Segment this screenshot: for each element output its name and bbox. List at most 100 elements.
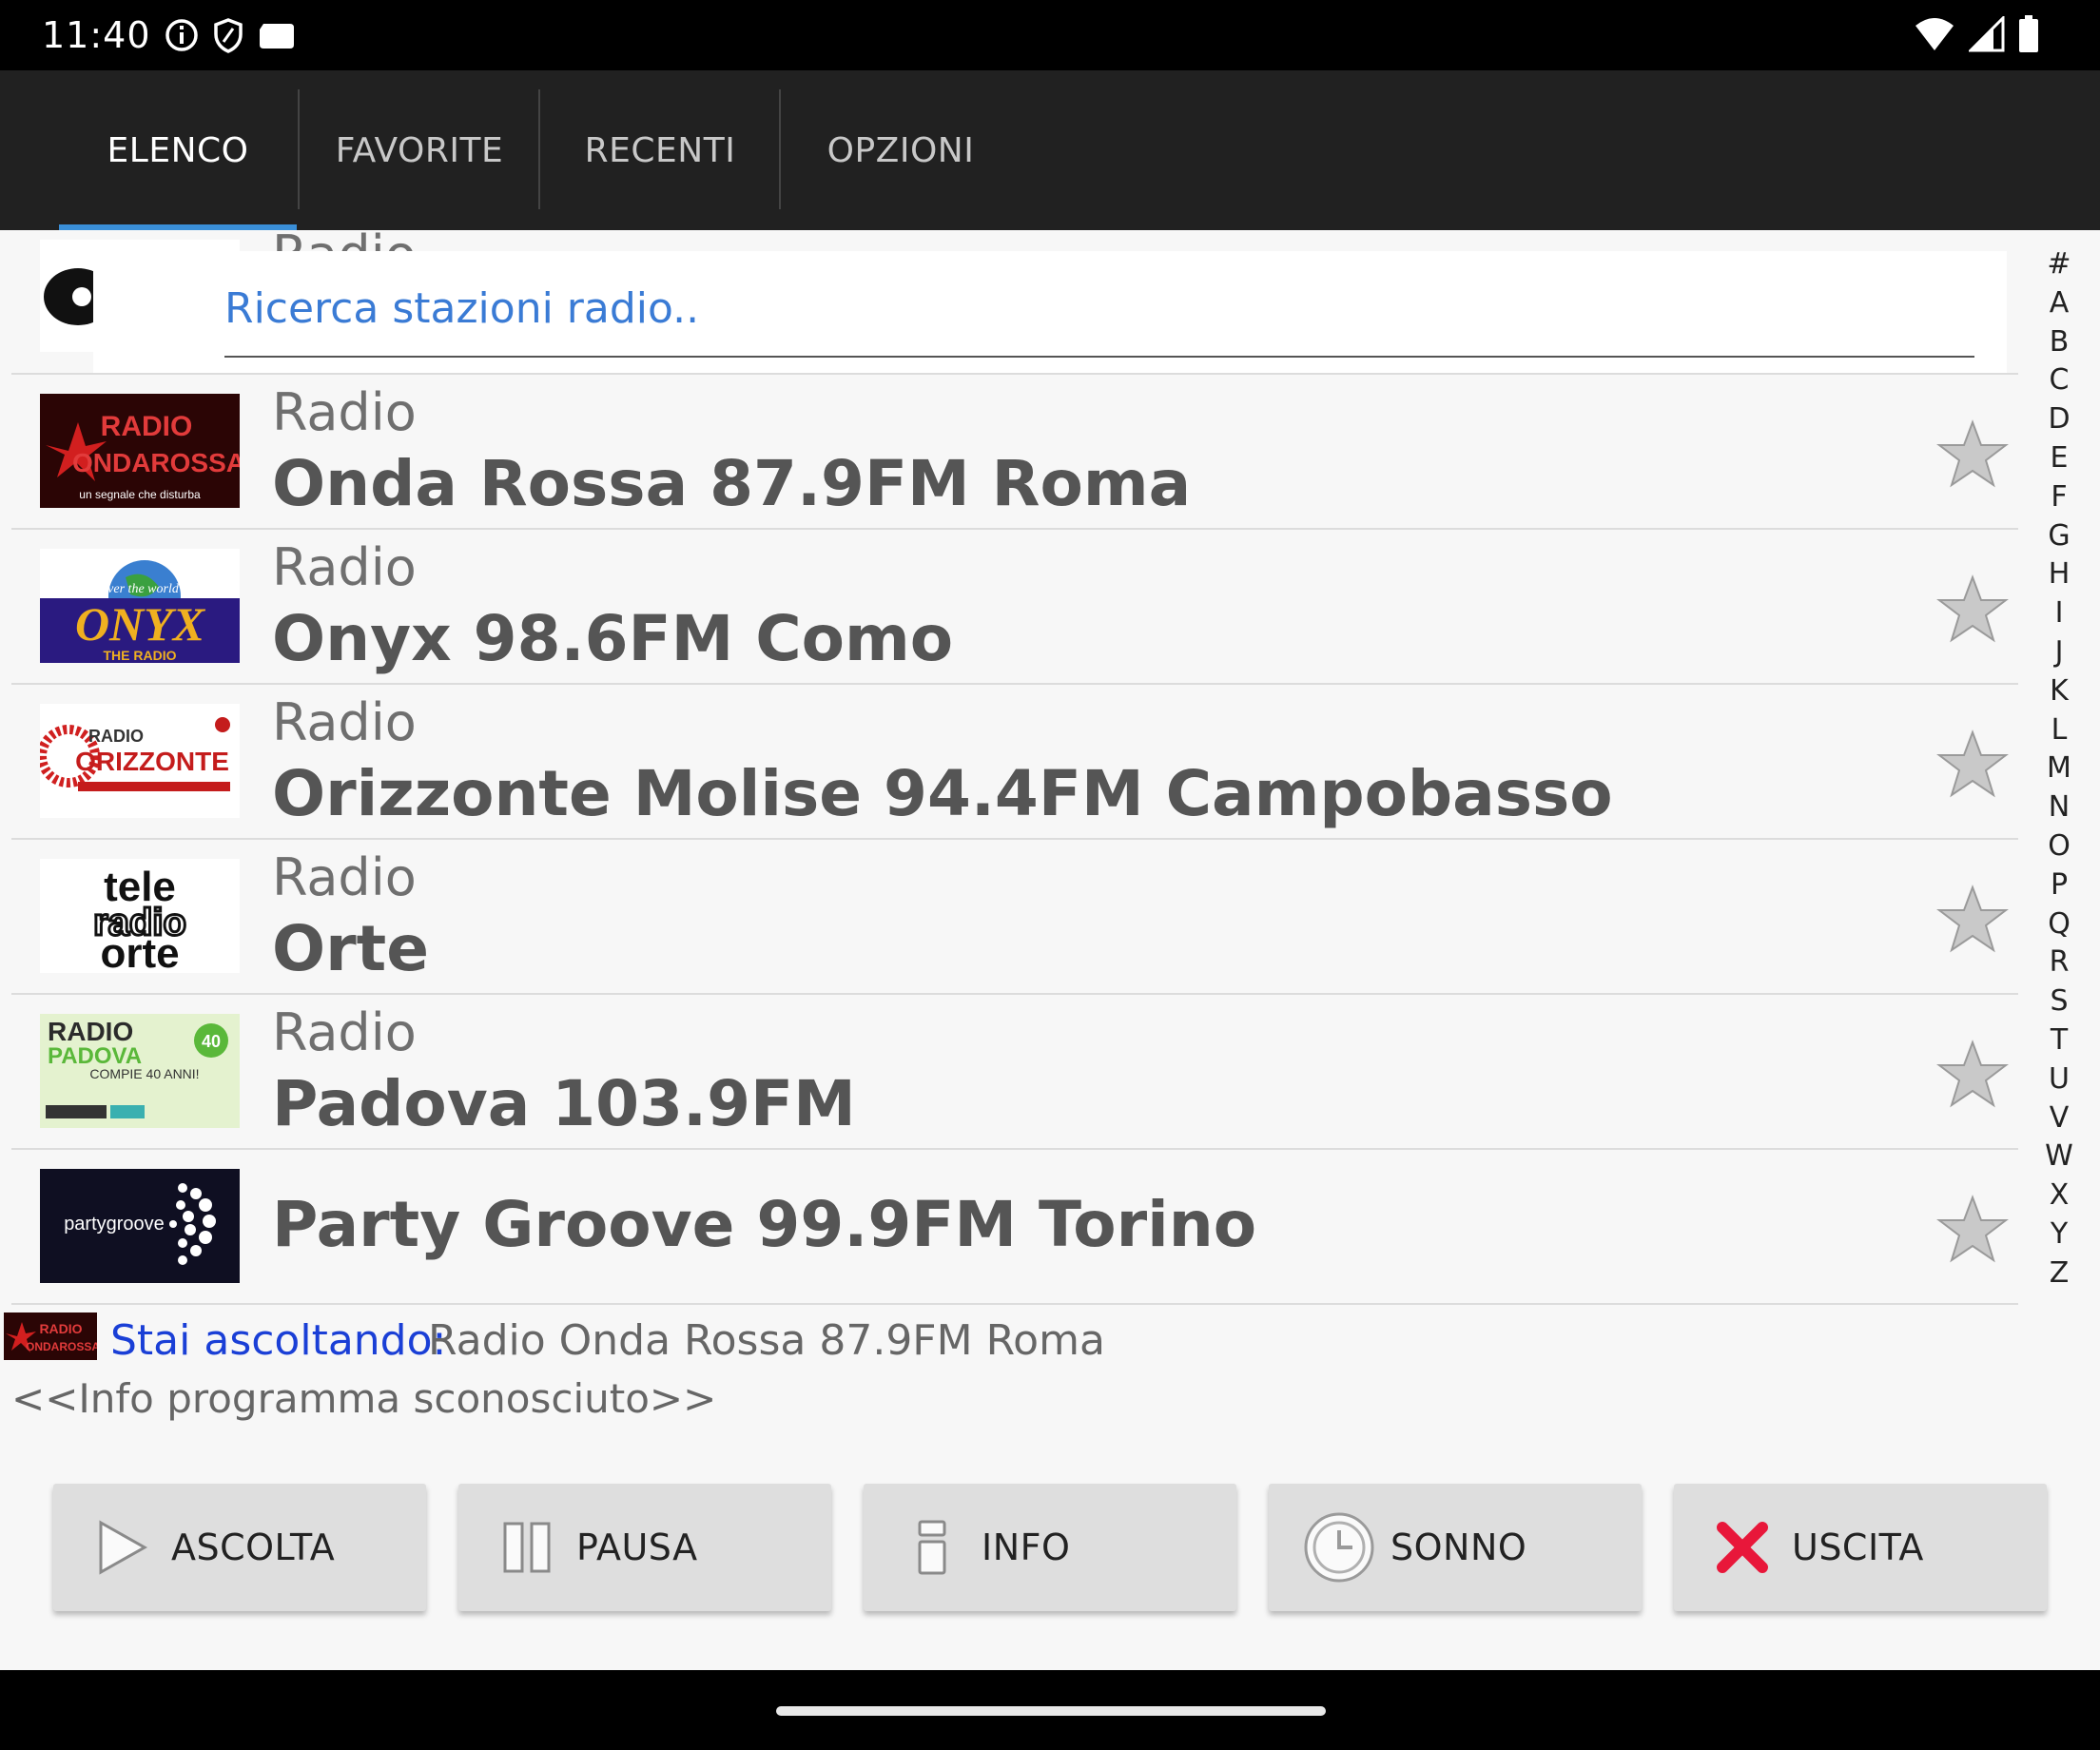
alphabet-index-letter[interactable]: C bbox=[2035, 361, 2083, 400]
station-name: Onda Rossa 87.9FM Roma bbox=[272, 447, 1192, 520]
favorite-star-icon[interactable] bbox=[1936, 729, 2009, 801]
alphabet-index-letter[interactable]: Z bbox=[2035, 1254, 2083, 1293]
alphabet-index-letter[interactable]: Q bbox=[2035, 905, 2083, 944]
alphabet-index-letter[interactable]: Y bbox=[2035, 1215, 2083, 1254]
alphabet-index-letter[interactable]: A bbox=[2035, 284, 2083, 323]
favorite-star-icon[interactable] bbox=[1936, 884, 2009, 956]
exit-button[interactable]: USCITA bbox=[1674, 1484, 2047, 1611]
favorite-star-icon[interactable] bbox=[1936, 574, 2009, 646]
sd-card-icon bbox=[258, 20, 296, 50]
alphabet-index-letter[interactable]: T bbox=[2035, 1021, 2083, 1060]
list-item[interactable]: RADIO ORIZZONTE Radio Orizzonte Molise 9… bbox=[11, 685, 2018, 840]
alphabet-index-letter[interactable]: V bbox=[2035, 1099, 2083, 1138]
station-name: Onyx 98.6FM Como bbox=[272, 602, 954, 675]
info-button[interactable]: INFO bbox=[864, 1484, 1236, 1611]
status-time: 11:40 bbox=[42, 14, 151, 56]
logo-text: un segnale che disturba bbox=[79, 488, 201, 501]
alphabet-index-letter[interactable]: X bbox=[2035, 1176, 2083, 1215]
alphabet-index-letter[interactable]: # bbox=[2035, 245, 2083, 284]
logo-text: partygroove bbox=[64, 1214, 165, 1235]
station-logo: RADIO PADOVA 40 COMPIE 40 ANNI! bbox=[40, 1014, 240, 1128]
battery-icon bbox=[2018, 15, 2039, 57]
list-item[interactable]: over the world ONYX THE RADIO Radio Onyx… bbox=[11, 530, 2018, 685]
alphabet-index-letter[interactable]: M bbox=[2035, 749, 2083, 788]
list-item[interactable]: partygroove Party Groove 99.9FM Torino bbox=[11, 1150, 2018, 1305]
info-label: INFO bbox=[982, 1526, 1071, 1568]
alphabet-index-letter[interactable]: G bbox=[2035, 517, 2083, 556]
alphabet-index-letter[interactable]: O bbox=[2035, 827, 2083, 866]
alphabet-index-letter[interactable]: H bbox=[2035, 555, 2083, 594]
pause-button[interactable]: PAUSA bbox=[458, 1484, 831, 1611]
alphabet-index-letter[interactable]: L bbox=[2035, 711, 2083, 750]
program-info: <<Info programma sconosciuto>> bbox=[11, 1375, 717, 1422]
exit-label: USCITA bbox=[1792, 1526, 1924, 1568]
play-button[interactable]: ASCOLTA bbox=[53, 1484, 426, 1611]
logo-text: RADIO bbox=[88, 727, 144, 746]
logo-text: 40 bbox=[202, 1032, 221, 1051]
alphabet-index-letter[interactable]: J bbox=[2035, 633, 2083, 672]
pause-label: PAUSA bbox=[576, 1526, 698, 1568]
clock-icon bbox=[1303, 1511, 1375, 1584]
station-logo: RADIO ONDAROSSA un segnale che disturba bbox=[40, 394, 240, 508]
tab-favorite[interactable]: FAVORITE bbox=[300, 70, 539, 230]
logo-text: RADIO bbox=[101, 411, 193, 442]
favorite-star-icon[interactable] bbox=[1936, 1194, 2009, 1266]
station-logo: tele radio orte bbox=[40, 859, 240, 973]
logo-text: orte bbox=[100, 930, 179, 973]
station-line1: Radio bbox=[272, 1002, 417, 1062]
station-line1: Radio bbox=[272, 537, 417, 597]
tab-opzioni[interactable]: OPZIONI bbox=[781, 70, 1021, 230]
list-item[interactable]: tele radio orte Radio Orte bbox=[11, 840, 2018, 995]
alphabet-index[interactable]: # A B C D E F G H I J K L M N O P Q R S T U V W X Y Z bbox=[2035, 245, 2083, 1293]
pause-icon bbox=[498, 1519, 555, 1576]
station-logo: partygroove bbox=[40, 1169, 240, 1283]
logo-text: over the world bbox=[101, 582, 180, 596]
tab-bar: ELENCO FAVORITE RECENTI OPZIONI bbox=[0, 70, 2100, 230]
info-icon bbox=[165, 18, 199, 52]
now-playing-station: Radio Onda Rossa 87.9FM Roma bbox=[428, 1316, 1105, 1365]
search-input[interactable] bbox=[224, 280, 1974, 337]
tab-recenti[interactable]: RECENTI bbox=[540, 70, 780, 230]
home-gesture-handle[interactable] bbox=[776, 1706, 1326, 1716]
list-item[interactable]: RADIO PADOVA 40 COMPIE 40 ANNI! Radio Pa… bbox=[11, 995, 2018, 1150]
alphabet-index-letter[interactable]: B bbox=[2035, 323, 2083, 362]
sleep-label: SONNO bbox=[1390, 1526, 1527, 1568]
alphabet-index-letter[interactable]: I bbox=[2035, 594, 2083, 633]
alphabet-index-letter[interactable]: P bbox=[2035, 866, 2083, 905]
status-bar: 11:40 bbox=[0, 0, 2100, 70]
sleep-button[interactable]: SONNO bbox=[1269, 1484, 1642, 1611]
alphabet-index-letter[interactable]: F bbox=[2035, 478, 2083, 517]
station-list[interactable]: Radio RADIO ONDAROSSA un segnale che dis… bbox=[0, 230, 2035, 1309]
alphabet-index-letter[interactable]: N bbox=[2035, 788, 2083, 827]
list-item[interactable]: RADIO ONDAROSSA un segnale che disturba … bbox=[11, 375, 2018, 530]
close-icon bbox=[1714, 1519, 1771, 1576]
now-playing-label: Stai ascoltando: bbox=[110, 1316, 447, 1365]
alphabet-index-letter[interactable]: D bbox=[2035, 400, 2083, 439]
alphabet-index-letter[interactable]: R bbox=[2035, 943, 2083, 982]
logo-text: THE RADIO bbox=[104, 648, 177, 663]
favorite-star-icon[interactable] bbox=[1936, 418, 2009, 491]
play-icon bbox=[93, 1519, 150, 1576]
logo-text: ONDAROSSA bbox=[26, 1340, 97, 1353]
alphabet-index-letter[interactable]: S bbox=[2035, 982, 2083, 1021]
logo-text: ONYX bbox=[75, 597, 206, 651]
navigation-bar bbox=[0, 1670, 2100, 1750]
favorite-star-icon[interactable] bbox=[1936, 1039, 2009, 1111]
search-underline bbox=[224, 356, 1974, 358]
tab-elenco[interactable]: ELENCO bbox=[59, 70, 297, 230]
shield-icon bbox=[212, 17, 244, 53]
play-label: ASCOLTA bbox=[171, 1526, 336, 1568]
station-logo: over the world ONYX THE RADIO bbox=[40, 549, 240, 663]
logo-text: ORIZZONTE bbox=[75, 747, 229, 776]
station-name: Orte bbox=[272, 912, 429, 985]
alphabet-index-letter[interactable]: E bbox=[2035, 439, 2083, 478]
alphabet-index-letter[interactable]: K bbox=[2035, 672, 2083, 711]
alphabet-index-letter[interactable]: W bbox=[2035, 1138, 2083, 1176]
wifi-icon bbox=[1914, 16, 1955, 56]
station-name: Party Groove 99.9FM Torino bbox=[272, 1188, 1257, 1261]
now-playing-bar: RADIO ONDAROSSA Stai ascoltando: Radio O… bbox=[0, 1309, 2100, 1442]
station-line1: Radio bbox=[272, 692, 417, 752]
alphabet-index-letter[interactable]: U bbox=[2035, 1060, 2083, 1099]
cell-signal-icon bbox=[1967, 14, 2005, 56]
logo-text: ONDAROSSA bbox=[72, 448, 240, 477]
